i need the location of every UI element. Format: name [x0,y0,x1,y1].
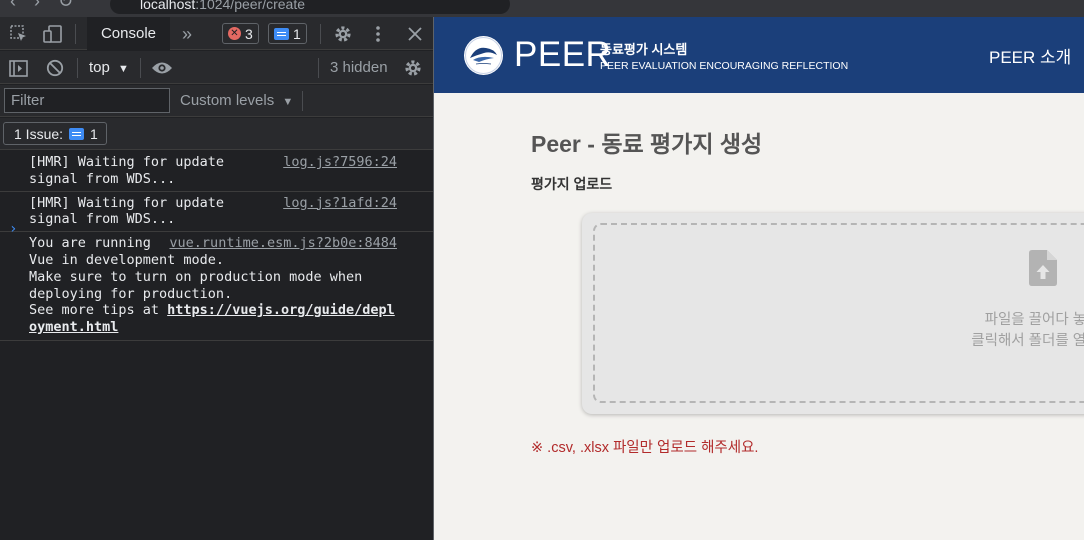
issues-count: 1 [90,125,98,142]
brand-subtitle-ko: 동료평가 시스템 [600,42,688,57]
kebab-menu-icon[interactable] [370,23,386,45]
peer-logo-icon[interactable] [464,36,503,75]
console-source-link[interactable]: log.js?7596:24 [283,154,397,171]
dropzone-instructions: 파일을 끌어다 놓으 클릭해서 폴더를 열어서 [922,310,1084,352]
console-prompt-icon[interactable]: › [9,221,17,237]
console-message-body: Vue in development mode. Make sure to tu… [29,252,429,336]
issues-bar: 1 Issue: 1 [0,118,433,150]
chevron-down-icon: ▼ [118,63,129,75]
error-count-badge[interactable]: ✕ 3 [222,23,259,44]
devtools-panel: Console » ✕ 3 1 top ▼ 3 hidden Filter Cu… [0,17,433,540]
console-message-text: [HMR] Waiting for update signal from WDS… [29,194,225,228]
toolbar-divider [302,91,303,111]
error-icon: ✕ [228,27,241,40]
toolbar-divider [77,58,78,78]
inspect-element-icon[interactable] [9,24,29,44]
issue-message-icon [69,127,85,140]
toolbar-divider [75,24,76,44]
close-devtools-icon[interactable] [405,23,425,45]
nav-about-link[interactable]: PEER 소개 [989,43,1071,68]
filter-input[interactable] [4,88,170,113]
devtools-tabbar: Console » ✕ 3 1 [0,17,433,50]
issues-label: 1 Issue: [14,125,64,142]
toolbar-divider [320,24,321,44]
sidebar-toggle-icon[interactable] [7,57,29,79]
url-path: :1024/peer/create [195,0,306,12]
console-message-text: [HMR] Waiting for update signal from WDS… [29,154,225,187]
dropzone-text-line: 클릭해서 폴더를 열어서 [971,333,1084,349]
url-host: localhost [140,0,196,12]
browser-nav-icons[interactable]: ‹›↻ [10,0,91,12]
console-message-text: You are running [29,235,151,252]
console-message: [HMR] Waiting for update signal from WDS… [0,192,433,233]
file-upload-icon [1029,250,1057,291]
log-levels-dropdown[interactable]: Custom levels ▼ [180,85,293,117]
console-message-first-line: You are running vue.runtime.esm.js?2b0e:… [29,235,397,252]
console-source-link[interactable]: log.js?1afd:24 [283,195,397,212]
context-select[interactable]: top ▼ [89,51,129,84]
address-bar[interactable]: localhost:1024/peer/create [110,0,510,14]
error-count: 3 [245,25,253,42]
console-source-link[interactable]: vue.runtime.esm.js?2b0e:8484 [169,235,397,252]
message-count-badge[interactable]: 1 [268,23,307,44]
settings-gear-icon[interactable] [332,23,354,45]
dropzone-text-line: 파일을 끌어다 놓으 [984,312,1084,328]
chevron-down-icon: ▼ [282,96,294,108]
context-select-value: top [89,59,110,76]
clear-console-icon[interactable] [44,57,66,79]
filter-bar: Custom levels ▼ [0,85,433,117]
console-message: [HMR] Waiting for update signal from WDS… [0,151,433,192]
message-count: 1 [293,25,301,42]
toolbar-divider [318,58,319,78]
more-tabs-icon[interactable]: » [178,24,196,44]
message-icon [274,27,289,40]
live-expression-eye-icon[interactable] [150,57,174,79]
file-type-notice: ※ .csv, .xlsx 파일만 업로드 해주세요. [531,440,759,456]
console-toolbar: top ▼ 3 hidden [0,51,433,84]
app-header: PEER 동료평가 시스템 PEER EVALUATION ENCOURAGIN… [434,17,1084,93]
hidden-messages-count: 3 hidden [330,59,388,76]
upload-section-label: 평가지 업로드 [531,176,613,192]
upload-card: 파일을 끌어다 놓으 클릭해서 폴더를 열어서 [582,213,1084,414]
device-toolbar-icon[interactable] [42,24,64,44]
page-title: Peer - 동료 평가지 생성 [531,131,763,157]
brand-title[interactable]: PEER [514,34,611,76]
brand-subtitle-en: PEER EVALUATION ENCOURAGING REFLECTION [600,60,849,72]
browser-toolbar: ‹›↻ localhost:1024/peer/create [0,0,1084,17]
toolbar-divider [140,58,141,78]
console-messages: [HMR] Waiting for update signal from WDS… [0,151,433,341]
log-levels-label: Custom levels [180,92,275,109]
issues-button[interactable]: 1 Issue: 1 [3,122,107,145]
tab-console[interactable]: Console [87,17,170,50]
console-settings-gear-icon[interactable] [402,57,424,79]
console-message: You are running vue.runtime.esm.js?2b0e:… [0,232,433,341]
app-page: PEER 동료평가 시스템 PEER EVALUATION ENCOURAGIN… [434,17,1084,540]
